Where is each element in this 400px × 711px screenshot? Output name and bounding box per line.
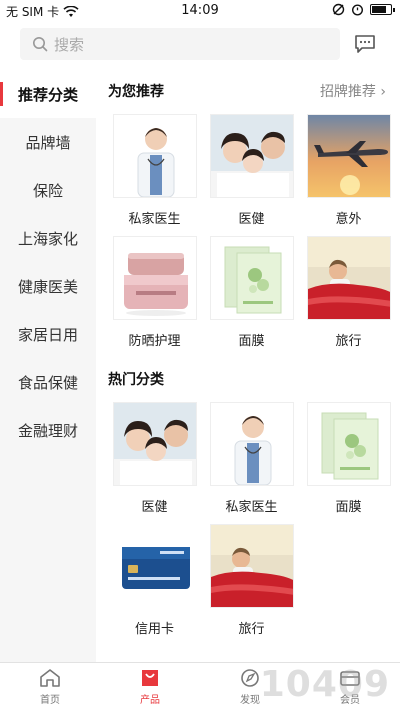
- tab-label: 首页: [40, 695, 60, 706]
- sidebar-item-label: 推荐分类: [17, 85, 78, 104]
- shopping-bag-icon: [142, 670, 158, 686]
- tile-label: 防晒护理: [128, 334, 181, 349]
- tile-label: 医健: [238, 212, 265, 227]
- category-sidebar: 推荐分类 品牌墙 保险 上海家化 健康医美 家居日用 食品保健 金融理财: [0, 70, 96, 662]
- category-tile-medical[interactable]: 医健: [203, 114, 300, 236]
- home-icon: [40, 669, 60, 687]
- category-tile-face-mask[interactable]: 面膜: [300, 402, 397, 524]
- hot-grid: 医健 私家医生 面膜 信用卡 旅行: [96, 402, 400, 646]
- car-travel-image: [306, 236, 391, 320]
- category-tile-private-doctor[interactable]: 私家医生: [106, 114, 203, 236]
- sidebar-item-insurance[interactable]: 保险: [0, 166, 96, 214]
- section-recommend-header: 为您推荐 招牌推荐 ›: [96, 70, 400, 114]
- cream-jar-image: [112, 236, 197, 320]
- sidebar-item-label: 健康医美: [17, 277, 78, 296]
- sidebar-item-label: 金融理财: [17, 421, 78, 440]
- tile-label: 旅行: [238, 622, 265, 637]
- search-row: 搜索: [0, 28, 400, 62]
- sidebar-item-label: 保险: [32, 181, 63, 200]
- battery-level: [372, 6, 386, 13]
- search-input[interactable]: 搜索: [20, 28, 340, 60]
- category-tile-private-doctor[interactable]: 私家医生: [203, 402, 300, 524]
- chevron-right-icon: ›: [380, 84, 386, 100]
- tile-label: 医健: [141, 500, 168, 515]
- sidebar-item-finance[interactable]: 金融理财: [0, 406, 96, 454]
- tile-label: 面膜: [238, 334, 265, 349]
- face-mask-image: [306, 402, 391, 486]
- tile-label: 私家医生: [225, 500, 278, 515]
- credit-card-image: [112, 524, 197, 608]
- category-tile-sunscreen[interactable]: 防晒护理: [106, 236, 203, 358]
- sidebar-item-recommended[interactable]: 推荐分类: [0, 70, 96, 118]
- category-tile-accident[interactable]: 意外: [300, 114, 397, 236]
- tile-label: 意外: [335, 212, 362, 227]
- alarm-icon: [351, 4, 364, 16]
- sidebar-item-label: 食品保健: [17, 373, 78, 392]
- category-content: 为您推荐 招牌推荐 › 私家医生 医健 意外 防晒护理 面膜 旅行 热门分类 医…: [96, 70, 400, 662]
- sidebar-item-label: 上海家化: [17, 229, 78, 248]
- status-right: [332, 3, 395, 16]
- message-icon[interactable]: [354, 33, 376, 55]
- family-image: [112, 402, 197, 486]
- status-bar: 无 SIM 卡 14:09: [0, 0, 400, 22]
- category-tile-credit-card[interactable]: 信用卡: [106, 524, 203, 646]
- doctor-image: [112, 114, 197, 198]
- tile-label: 私家医生: [128, 212, 181, 227]
- tab-products[interactable]: 产品: [100, 663, 200, 711]
- sidebar-item-label: 品牌墙: [25, 133, 71, 152]
- no-disturb-icon: [332, 3, 345, 16]
- search-placeholder: 搜索: [54, 35, 85, 54]
- tab-label: 发现: [240, 695, 260, 706]
- sidebar-item-label: 家居日用: [17, 325, 78, 344]
- section-title: 为您推荐: [108, 84, 164, 100]
- sidebar-item-brand-wall[interactable]: 品牌墙: [0, 118, 96, 166]
- tab-home[interactable]: 首页: [0, 663, 100, 711]
- sidebar-item-shanghai-jahwa[interactable]: 上海家化: [0, 214, 96, 262]
- sidebar-item-health-beauty[interactable]: 健康医美: [0, 262, 96, 310]
- tab-label: 产品: [140, 695, 160, 706]
- watermark-logo: 10409: [259, 664, 390, 705]
- sidebar-item-home-daily[interactable]: 家居日用: [0, 310, 96, 358]
- family-image: [209, 114, 294, 198]
- category-tile-travel[interactable]: 旅行: [300, 236, 397, 358]
- search-icon: [33, 37, 48, 52]
- category-tile-medical[interactable]: 医健: [106, 402, 203, 524]
- category-tile-travel[interactable]: 旅行: [203, 524, 300, 646]
- tile-label: 面膜: [335, 500, 362, 515]
- recommend-grid: 私家医生 医健 意外 防晒护理 面膜 旅行: [96, 114, 400, 358]
- compass-icon: [241, 669, 259, 687]
- airplane-image: [306, 114, 391, 198]
- featured-link[interactable]: 招牌推荐 ›: [320, 70, 386, 114]
- tile-label: 旅行: [335, 334, 362, 349]
- section-title: 热门分类: [108, 372, 164, 388]
- featured-link-label: 招牌推荐: [319, 84, 376, 100]
- sidebar-item-food-health[interactable]: 食品保健: [0, 358, 96, 406]
- doctor-image: [209, 402, 294, 486]
- section-hot-header: 热门分类: [96, 358, 400, 402]
- category-tile-face-mask[interactable]: 面膜: [203, 236, 300, 358]
- battery-icon: [370, 4, 395, 15]
- tile-label: 信用卡: [134, 622, 174, 637]
- car-travel-image: [209, 524, 294, 608]
- face-mask-image: [209, 236, 294, 320]
